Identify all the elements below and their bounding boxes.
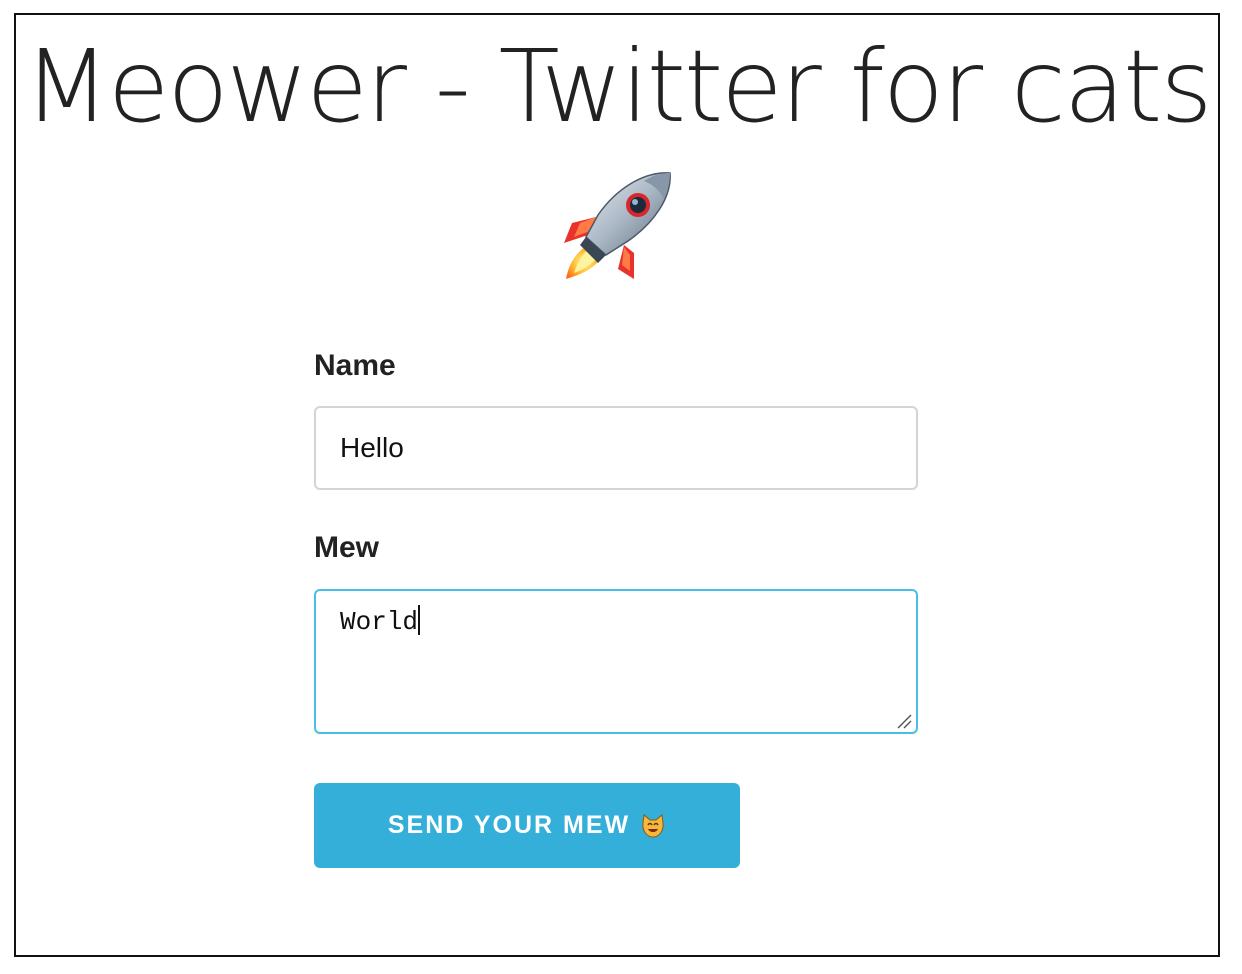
mew-textarea[interactable]: World (314, 589, 918, 734)
resize-handle-icon[interactable] (896, 713, 912, 729)
rocket-icon (564, 172, 671, 279)
page-title: Meower - Twitter for cats (23, 28, 1213, 145)
name-input[interactable] (314, 406, 918, 490)
mew-label: Mew (314, 531, 380, 564)
send-mew-button[interactable]: SEND YOUR MEW (314, 783, 740, 868)
send-mew-button-label: SEND YOUR MEW (387, 811, 631, 839)
text-caret (418, 605, 421, 635)
smiling-cat-icon (642, 813, 664, 838)
name-label: Name (314, 349, 396, 382)
page-frame: Meower - Twitter for cats Name Hello Mew… (14, 13, 1220, 957)
mew-text: World (340, 607, 419, 637)
